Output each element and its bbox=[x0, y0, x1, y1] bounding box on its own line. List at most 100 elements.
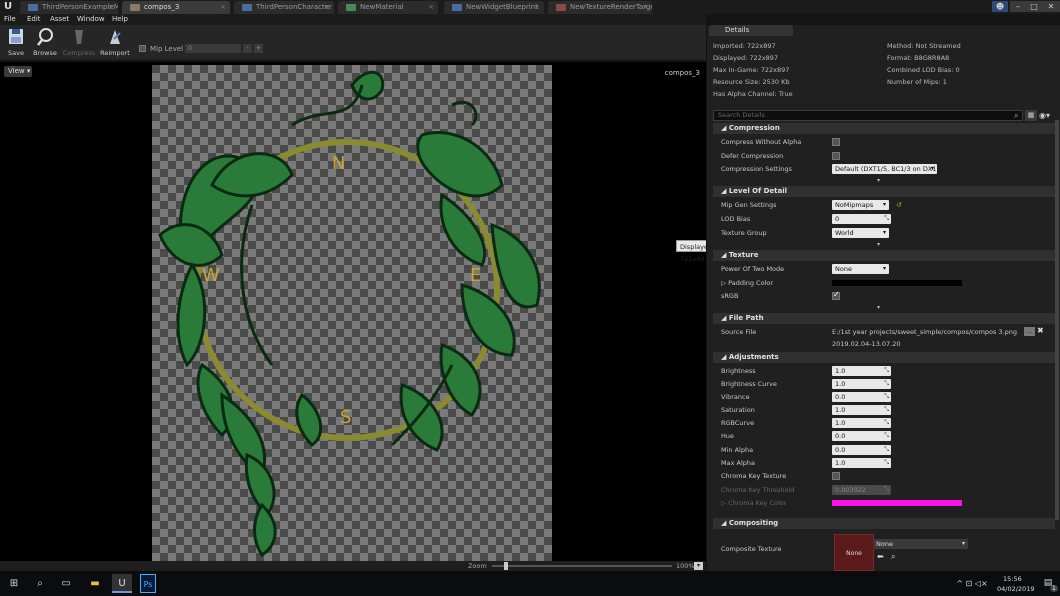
view-menu-button[interactable]: View ▾ bbox=[4, 66, 32, 77]
compress-button[interactable]: Compress bbox=[62, 27, 96, 59]
browse-asset-search-icon[interactable]: ⌕ bbox=[891, 552, 895, 562]
property-matrix-icon[interactable]: ▦ bbox=[1025, 110, 1037, 121]
use-selected-arrow-icon[interactable]: ⬅ bbox=[877, 552, 884, 561]
unreal-engine-taskbar-icon[interactable]: U bbox=[112, 574, 132, 593]
tab-compos-3[interactable]: compos_3 × bbox=[122, 1, 230, 14]
close-icon[interactable]: × bbox=[642, 1, 648, 14]
search-icon[interactable]: ⌕ bbox=[32, 574, 48, 593]
compass-wreath-image bbox=[158, 70, 541, 558]
rgbcurve-field[interactable]: 1.0 ⤡ bbox=[832, 418, 891, 428]
chroma-key-texture-checkbox[interactable] bbox=[832, 472, 840, 480]
browse-button[interactable]: Browse bbox=[31, 27, 59, 59]
info-resource-size: Resource Size: 2530 Kb bbox=[713, 78, 790, 86]
category-level-of-detail[interactable]: ◢ Level Of Detail bbox=[713, 186, 1055, 197]
details-tab[interactable]: Details bbox=[709, 25, 793, 36]
reimport-button[interactable]: Reimport bbox=[100, 27, 130, 59]
file-explorer-icon[interactable]: ▬ bbox=[86, 574, 104, 593]
tab-thirdpersonexamplemap[interactable]: ThirdPersonExampleMap× bbox=[20, 1, 118, 14]
thumbnail-label: None bbox=[846, 550, 862, 557]
menu-help[interactable]: Help bbox=[112, 14, 128, 25]
info-number-of-mips: Number of Mips: 1 bbox=[887, 78, 947, 86]
brightness-curve-field[interactable]: 1.0 ⤡ bbox=[832, 379, 891, 389]
brightness-field[interactable]: 1.0 ⤡ bbox=[832, 366, 891, 376]
info-displayed: Displayed: 722x897 bbox=[713, 54, 778, 62]
category-compression[interactable]: ◢ Compression bbox=[713, 123, 1055, 134]
menu-asset[interactable]: Asset bbox=[50, 14, 69, 25]
min-alpha-field[interactable]: 0.0 ⤡ bbox=[832, 445, 891, 455]
composite-texture-thumbnail[interactable]: None bbox=[834, 534, 874, 571]
search-details-input[interactable]: Search Details bbox=[713, 110, 1023, 121]
tab-thirdpersoncharacter[interactable]: ThirdPersonCharacter × bbox=[234, 1, 334, 14]
windows-taskbar: ⊞ ⌕ ▭ ▬ U Ps ^ ⊡ ◁× 15:56 04/02/2019 ▤ 1 bbox=[0, 571, 1060, 596]
lod-bias-field[interactable]: 0 ⤡ bbox=[832, 214, 891, 224]
photoshop-taskbar-icon[interactable]: Ps bbox=[140, 574, 156, 593]
close-icon[interactable]: × bbox=[428, 1, 434, 14]
srgb-checkbox[interactable] bbox=[832, 290, 840, 300]
zoom-slider-handle[interactable] bbox=[504, 562, 508, 570]
mip-decrease-button[interactable]: - bbox=[243, 44, 252, 53]
tab-newtexturerendertarget[interactable]: NewTextureRenderTargetC× bbox=[548, 1, 652, 14]
widget-icon bbox=[452, 4, 462, 11]
mip-increase-button[interactable]: + bbox=[254, 44, 263, 53]
expand-advanced-icon[interactable]: ▾ bbox=[877, 305, 885, 311]
power-of-two-combo[interactable]: None ▾ bbox=[832, 264, 889, 274]
browse-file-button[interactable]: … bbox=[1024, 327, 1035, 336]
menu-edit[interactable]: Edit bbox=[27, 14, 41, 25]
details-scrollbar[interactable] bbox=[1055, 120, 1059, 520]
padding-color-swatch[interactable] bbox=[832, 280, 962, 286]
close-icon[interactable]: × bbox=[324, 1, 330, 14]
zoom-fit-button[interactable]: ▾ bbox=[694, 562, 703, 570]
composite-texture-combo[interactable]: None ▾ bbox=[873, 539, 968, 549]
category-compositing[interactable]: ◢ Compositing bbox=[713, 518, 1055, 529]
menu-file[interactable]: File bbox=[4, 14, 16, 25]
hue-field[interactable]: 0.0 ⤡ bbox=[832, 431, 891, 441]
compression-settings-combo[interactable]: Default (DXT1/5, BC1/3 on DX11) ▾ bbox=[832, 164, 937, 174]
blueprint-icon bbox=[242, 4, 252, 11]
menu-window[interactable]: Window bbox=[77, 14, 105, 25]
expand-advanced-icon[interactable]: ▾ bbox=[877, 178, 885, 184]
property-label: Chroma Key Texture bbox=[721, 472, 787, 480]
minimize-button[interactable]: – bbox=[1010, 1, 1026, 12]
tab-newmaterial[interactable]: NewMaterial × bbox=[338, 1, 438, 14]
field-value: 1.0 bbox=[835, 419, 846, 427]
maximize-button[interactable]: □ bbox=[1026, 1, 1042, 12]
compass-south: S bbox=[340, 407, 352, 428]
close-icon[interactable]: × bbox=[108, 1, 114, 14]
defer-compression-checkbox[interactable] bbox=[832, 152, 840, 160]
notification-count: 1 bbox=[1050, 585, 1058, 592]
zoom-slider-track[interactable] bbox=[492, 565, 672, 567]
chroma-key-color-swatch[interactable] bbox=[832, 500, 962, 506]
category-file-path[interactable]: ◢ File Path bbox=[713, 313, 1055, 324]
vibrance-field[interactable]: 0.0 ⤡ bbox=[832, 392, 891, 402]
menu-bar: File Edit Asset Window Help bbox=[0, 14, 706, 25]
category-adjustments[interactable]: ◢ Adjustments bbox=[713, 352, 1055, 363]
task-view-icon[interactable]: ▭ bbox=[58, 574, 74, 593]
texture-viewport[interactable]: View ▾ compos_3 N E S W bbox=[0, 62, 706, 561]
texture-group-combo[interactable]: World ▾ bbox=[832, 228, 889, 238]
account-icon[interactable]: ☻ bbox=[992, 1, 1008, 12]
save-label: Save bbox=[8, 49, 24, 57]
clear-file-icon[interactable]: ✖ bbox=[1037, 326, 1044, 335]
chroma-key-threshold-field[interactable]: 0.003922 ⤡ bbox=[832, 485, 891, 495]
close-icon[interactable]: × bbox=[534, 1, 540, 14]
mip-level-checkbox[interactable] bbox=[139, 45, 146, 52]
expand-advanced-icon[interactable]: ▾ bbox=[877, 242, 885, 248]
mip-gen-settings-combo[interactable]: NoMipmaps ▾ bbox=[832, 200, 889, 210]
drag-grip-icon: ⤡ bbox=[884, 406, 889, 413]
system-tray-icons[interactable]: ^ ⊡ ◁× bbox=[952, 574, 992, 593]
close-window-button[interactable]: ✕ bbox=[1042, 1, 1060, 12]
reset-to-default-icon[interactable]: ↺ bbox=[896, 201, 902, 209]
category-texture[interactable]: ◢ Texture bbox=[713, 250, 1055, 261]
tab-newwidgetblueprint[interactable]: NewWidgetBlueprint × bbox=[444, 1, 544, 14]
mip-level-field[interactable]: 0 bbox=[185, 44, 241, 53]
windows-start-icon[interactable]: ⊞ bbox=[6, 574, 22, 593]
row-brightness: Brightness 1.0 ⤡ bbox=[713, 365, 1055, 378]
max-alpha-field[interactable]: 1.0 ⤡ bbox=[832, 458, 891, 468]
tab-label: ThirdPersonExampleMap bbox=[42, 3, 118, 11]
close-icon[interactable]: × bbox=[220, 1, 226, 14]
view-options-eye-icon[interactable]: ◉▾ bbox=[1039, 110, 1055, 121]
compress-without-alpha-checkbox[interactable] bbox=[832, 138, 840, 146]
save-button[interactable]: Save bbox=[4, 27, 28, 59]
saturation-field[interactable]: 1.0 ⤡ bbox=[832, 405, 891, 415]
row-chroma-key-color: ▷ Chroma Key Color bbox=[713, 497, 1055, 510]
